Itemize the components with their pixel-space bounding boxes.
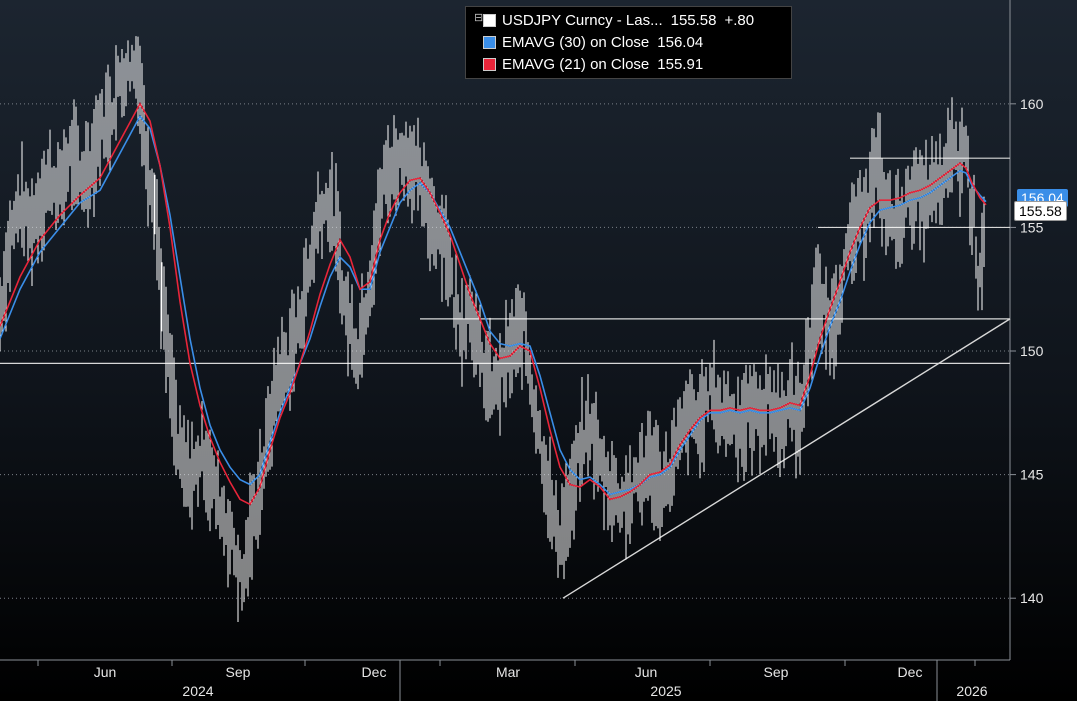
legend-box: ⊟ USDJPY Curncy - Las... 155.58 +.80 EMA… [465,6,792,79]
y-tick-label: 155 [1020,219,1044,235]
x-tick-label-month: Jun [635,664,658,680]
x-tick-label-month: Dec [362,664,387,680]
y-tick-label: 150 [1020,343,1044,359]
legend-row-ema21[interactable]: EMAVG (21) on Close 155.91 [480,53,754,75]
legend-row-usdjpy[interactable]: USDJPY Curncy - Las... 155.58 +.80 [480,9,754,31]
legend-change-usdjpy: +.80 [724,11,755,29]
legend-value-ema21: 155.91 [657,55,704,73]
legend-label-ema21: EMAVG (21) on Close [502,55,650,73]
x-tick-label-year: 2024 [182,683,213,699]
x-tick-label-year: 2026 [956,683,987,699]
price-chart: 140 145 150 155 160 Jun Sep Dec Mar Jun Sep Dec 2024… [0,0,1044,701]
x-tick-label-month: Jun [94,664,117,680]
y-tick-label: 145 [1020,467,1044,483]
price-bars-group [0,36,985,623]
x-tick-label-month: Sep [764,664,789,680]
last-price-tag: 155.58 [1014,201,1067,221]
legend-swatch-usdjpy [483,13,496,27]
y-tick-label: 160 [1020,96,1044,112]
legend-value-ema30: 156.04 [657,33,704,51]
x-tick-label-month: Mar [496,664,520,680]
legend-label-usdjpy: USDJPY Curncy - Las... [502,11,663,29]
x-tick-label-month: Sep [226,664,251,680]
legend-label-ema30: EMAVG (30) on Close [502,33,650,51]
chart-panel: 140 145 150 155 160 Jun Sep Dec Mar Jun Sep Dec 2024… [0,0,1077,701]
x-tick-label-year: 2025 [650,683,681,699]
x-tick-label-month: Dec [898,664,923,680]
legend-row-ema30[interactable]: EMAVG (30) on Close 156.04 [480,31,754,53]
y-tick-label: 140 [1020,590,1044,606]
legend-value-usdjpy: 155.58 [670,11,717,29]
legend-swatch-ema21 [483,57,496,71]
legend-swatch-ema30 [483,35,496,49]
